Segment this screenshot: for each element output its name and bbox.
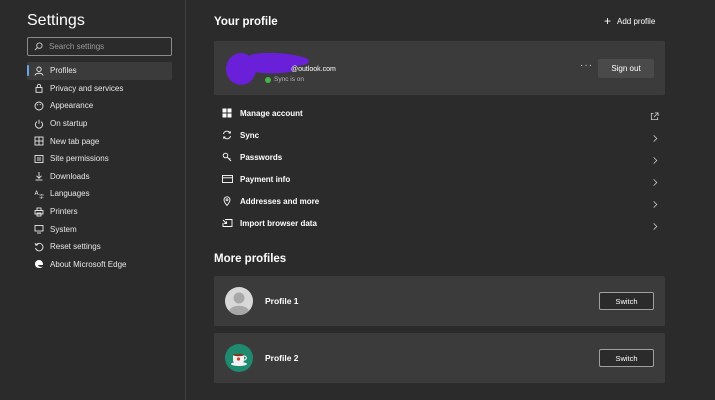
sidebar-item-profiles[interactable]: Profiles [27,62,172,80]
addresses-row[interactable]: Addresses and more [214,190,665,212]
sidebar-item-new-tab-page[interactable]: New tab page [27,132,172,150]
menu-row-label: Import browser data [240,218,317,228]
import-browser-data-row[interactable]: Import browser data [214,212,665,234]
current-profile-card: @outlook.com Sync is on ··· Sign out [214,41,665,95]
sign-out-button[interactable]: Sign out [598,59,654,78]
your-profile-heading: Your profile [214,16,278,28]
menu-row-label: Passwords [240,152,283,162]
grid-icon [28,136,50,146]
person-icon [28,66,50,76]
sidebar-item-downloads[interactable]: Downloads [27,168,172,186]
card-icon [214,174,240,184]
sidebar-item-label: Reset settings [50,242,101,252]
windows-logo-icon [214,108,240,118]
menu-row-label: Manage account [240,108,303,118]
edge-logo-icon [28,259,50,269]
sidebar-item-label: About Microsoft Edge [50,259,127,269]
lock-icon [28,83,50,94]
sync-status-label: Sync is on [274,76,304,83]
sidebar-item-languages[interactable]: A字 Languages [27,185,172,203]
sync-status-dot-icon [265,76,271,83]
more-options-button[interactable]: ··· [580,60,593,71]
menu-row-label: Sync [240,130,260,140]
account-email: @outlook.com [291,66,336,73]
search-input[interactable] [49,42,159,51]
sidebar-item-label: Site permissions [50,154,109,164]
system-icon [28,224,50,234]
sidebar-item-label: Appearance [50,101,94,111]
sidebar-item-label: System [50,224,77,234]
sync-icon [214,130,240,140]
search-icon [34,42,43,51]
default-person-avatar-icon [225,287,253,315]
sync-row[interactable]: Sync [214,124,665,146]
sidebar-item-label: Downloads [50,171,90,181]
site-permissions-icon [28,154,50,164]
power-icon [28,119,50,129]
languages-icon: A字 [28,189,50,199]
passwords-row[interactable]: Passwords [214,146,665,168]
profile-card-1: Profile 1 Switch [214,276,665,326]
add-profile-label: Add profile [617,16,656,26]
palette-icon [28,101,50,111]
sidebar-item-label: Privacy and services [50,83,124,93]
menu-row-label: Payment info [240,174,291,184]
payment-info-row[interactable]: Payment info [214,168,665,190]
coffee-cup-avatar-icon [225,344,253,372]
plus-icon: + [604,14,612,28]
profile-settings-list: Manage account Sync Passwords Payment in… [214,102,665,234]
sidebar-item-on-startup[interactable]: On startup [27,115,172,133]
switch-profile-2-button[interactable]: Switch [599,349,654,367]
sidebar-title: Settings [27,12,85,29]
sidebar-item-label: New tab page [50,136,100,146]
sidebar-item-reset-settings[interactable]: Reset settings [27,238,172,256]
profile-name: Profile 2 [265,353,299,363]
search-box[interactable] [27,37,172,56]
more-profiles-heading: More profiles [214,253,287,265]
sidebar-item-about[interactable]: About Microsoft Edge [27,256,172,274]
key-icon [214,152,240,162]
sidebar-item-label: Languages [50,189,90,199]
sidebar-item-label: Printers [50,207,78,217]
chevron-right-icon [651,218,659,236]
switch-profile-1-button[interactable]: Switch [599,292,654,310]
main-content: Your profile + Add profile @outlook.com … [187,0,715,400]
manage-account-row[interactable]: Manage account [214,102,665,124]
sidebar-item-privacy[interactable]: Privacy and services [27,80,172,98]
sidebar: Settings Profiles Privacy and services A… [0,0,186,400]
sidebar-item-site-permissions[interactable]: Site permissions [27,150,172,168]
sidebar-item-label: Profiles [50,66,77,76]
import-icon [214,218,240,228]
profile-name: Profile 1 [265,296,299,306]
download-icon [28,171,50,181]
sidebar-item-label: On startup [50,119,88,129]
svg-text:字: 字 [39,193,44,199]
reset-icon [28,242,50,252]
location-pin-icon [214,196,240,206]
sidebar-item-printers[interactable]: Printers [27,203,172,221]
add-profile-button[interactable]: + Add profile [604,14,656,28]
sidebar-item-system[interactable]: System [27,220,172,238]
printer-icon [28,207,50,217]
sidebar-item-appearance[interactable]: Appearance [27,97,172,115]
sync-status: Sync is on [265,76,304,83]
sidebar-nav: Profiles Privacy and services Appearance… [27,62,172,273]
menu-row-label: Addresses and more [240,196,320,206]
profile-card-2: Profile 2 Switch [214,333,665,383]
